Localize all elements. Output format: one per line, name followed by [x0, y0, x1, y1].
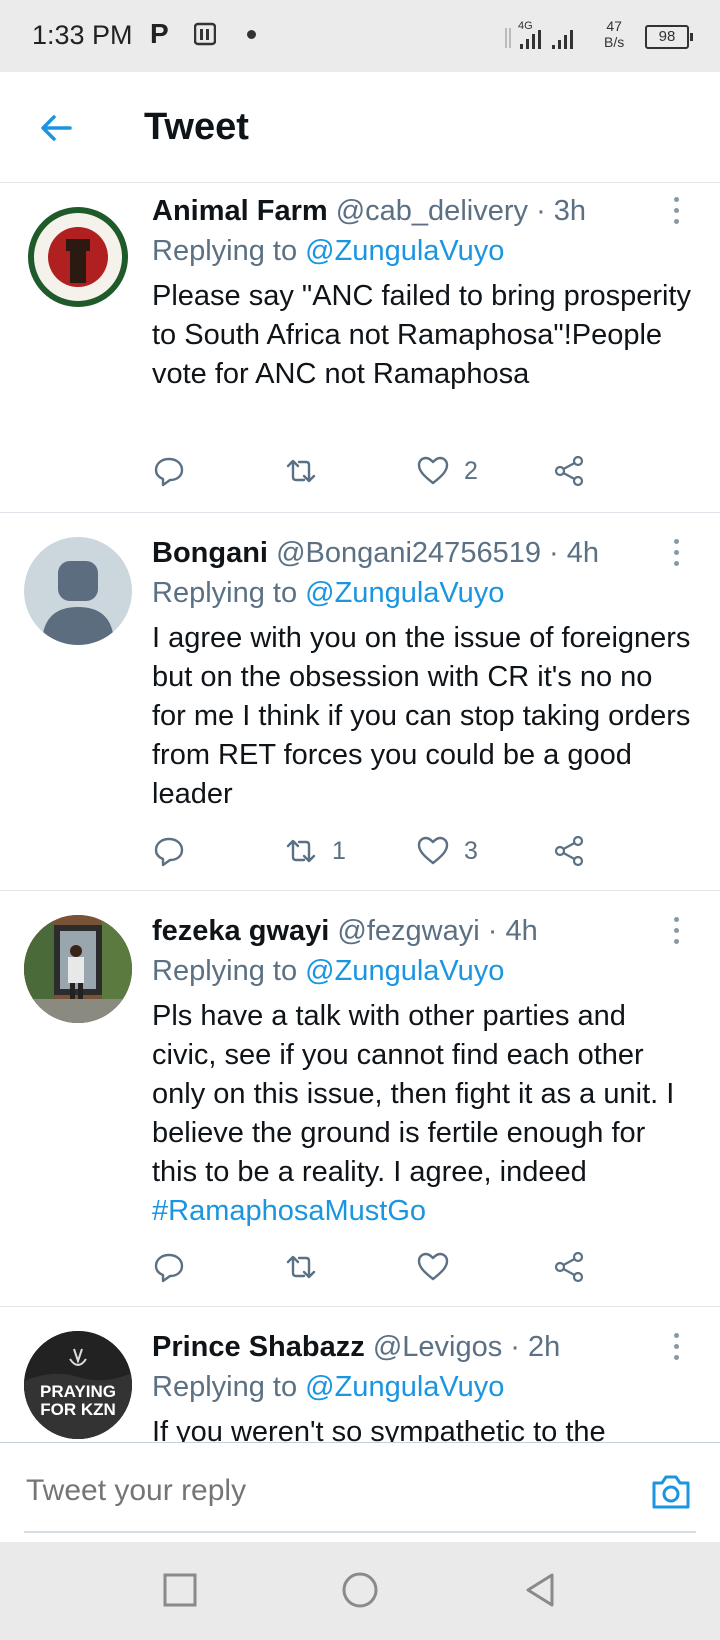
timestamp: 3h: [553, 195, 587, 227]
avatar[interactable]: [24, 537, 132, 645]
tweet-header: Prince Shabazz @Levigos · 2h: [152, 1331, 560, 1364]
parking-icon: P: [150, 18, 169, 49]
mention-link[interactable]: @ZungulaVuyo: [305, 577, 504, 609]
retweet-button[interactable]: [284, 451, 332, 491]
camera-icon[interactable]: [650, 1473, 692, 1511]
more-options-icon[interactable]: [673, 1333, 681, 1363]
heart-icon: [417, 1252, 449, 1281]
reply-button[interactable]: [152, 1247, 200, 1287]
svg-text:PRAYING: PRAYING: [40, 1382, 116, 1401]
more-options-icon[interactable]: [673, 539, 681, 569]
like-button[interactable]: 3: [416, 831, 478, 871]
svg-text:FOR KZN: FOR KZN: [40, 1400, 116, 1419]
avatar[interactable]: [24, 915, 132, 1023]
retweet-icon: [286, 1255, 316, 1279]
separator: ·: [487, 915, 498, 947]
separator: ·: [549, 537, 559, 569]
reply-input[interactable]: [24, 1473, 608, 1509]
page-title: Tweet: [144, 106, 249, 148]
share-button[interactable]: [552, 831, 586, 871]
notification-dot-icon: [247, 30, 256, 39]
reply-button[interactable]: [152, 451, 200, 491]
share-icon: [554, 1251, 584, 1283]
share-icon: [554, 835, 584, 867]
app-notification-icon: [194, 22, 216, 46]
share-button[interactable]: [552, 1247, 586, 1287]
reply-button[interactable]: [152, 831, 200, 871]
tweet-header: Bongani @Bongani24756519 · 4h: [152, 537, 599, 570]
timestamp: 4h: [505, 915, 538, 947]
svg-text:4G: 4G: [518, 20, 533, 32]
retweet-icon: [286, 459, 316, 483]
retweet-icon: [286, 839, 316, 863]
mention-link[interactable]: @ZungulaVuyo: [305, 955, 504, 987]
status-time: 1:33 PM: [32, 20, 133, 50]
mention-link[interactable]: @ZungulaVuyo: [305, 235, 504, 267]
avatar[interactable]: PRAYING FOR KZN: [24, 1331, 132, 1439]
input-underline: [24, 1531, 696, 1533]
reply-composer: [0, 1442, 720, 1543]
retweet-button[interactable]: [284, 1247, 332, 1287]
replying-to: Replying to @ZungulaVuyo: [152, 1371, 505, 1403]
separator: ·: [536, 195, 546, 227]
arrow-left-icon[interactable]: [36, 108, 76, 148]
tweet-header: fezeka gwayi @fezgwayi · 4h: [152, 915, 538, 948]
share-button[interactable]: [552, 451, 586, 491]
tweet-header: Animal Farm @cab_delivery · 3h: [152, 195, 586, 228]
handle[interactable]: @Levigos: [373, 1331, 502, 1363]
timestamp: 2h: [528, 1331, 561, 1363]
tweet-text: Pls have a talk with other parties and c…: [152, 1000, 675, 1227]
tweet-text: Please say "ANC failed to bring prosperi…: [152, 280, 691, 390]
timestamp: 4h: [566, 537, 600, 569]
display-name[interactable]: fezeka gwayi: [152, 915, 329, 947]
battery-icon: 98: [645, 25, 693, 49]
tweet-list-clip: PRAYING FOR KZN Prince Shabazz @Levigos …: [0, 1300, 720, 1442]
display-name[interactable]: Animal Farm: [152, 195, 328, 227]
top-app-bar: Tweet: [0, 72, 720, 183]
recents-square-icon[interactable]: [160, 1570, 200, 1610]
share-icon: [554, 455, 584, 487]
signal-icon: 4G: [505, 20, 573, 49]
more-options-icon[interactable]: [673, 197, 681, 227]
reply-icon: [154, 457, 184, 487]
handle[interactable]: @cab_delivery: [336, 195, 528, 227]
home-circle-icon[interactable]: [340, 1570, 380, 1610]
hashtag-link[interactable]: #RamaphosaMustGo: [152, 1195, 426, 1227]
tweet-text: If you weren't so sympathetic to the: [152, 1416, 606, 1442]
tweet-actions: [152, 1247, 652, 1287]
like-button[interactable]: [416, 1247, 464, 1287]
handle[interactable]: @Bongani24756519: [276, 537, 541, 569]
back-triangle-icon[interactable]: [520, 1570, 560, 1610]
more-options-icon[interactable]: [673, 917, 681, 947]
network-speed: 47 B/s: [604, 18, 625, 50]
heart-icon: [417, 836, 449, 865]
replying-to: Replying to @ZungulaVuyo: [152, 577, 505, 609]
mention-link[interactable]: @ZungulaVuyo: [305, 1371, 504, 1403]
reply-icon: [154, 837, 184, 867]
replying-to: Replying to @ZungulaVuyo: [152, 235, 505, 267]
reply-tweet[interactable]: PRAYING FOR KZN Prince Shabazz @Levigos …: [0, 1307, 720, 1442]
status-bar: 1:33 PM P 4G 47 B/s 98: [0, 0, 720, 72]
reply-tweet[interactable]: Bongani @Bongani24756519 · 4h Replying t…: [0, 513, 720, 891]
separator: ·: [510, 1331, 520, 1363]
like-button[interactable]: 2: [416, 451, 478, 491]
reply-icon: [154, 1253, 184, 1283]
system-nav-bar: [0, 1542, 720, 1640]
tweet-actions: 1 3: [152, 831, 652, 871]
tweet-text: I agree with you on the issue of foreign…: [152, 622, 691, 810]
heart-icon: [417, 456, 449, 485]
reply-tweet[interactable]: fezeka gwayi @fezgwayi · 4h Replying to …: [0, 891, 720, 1307]
reply-tweet[interactable]: Animal Farm @cab_delivery · 3h Replying …: [0, 183, 720, 513]
replying-to: Replying to @ZungulaVuyo: [152, 955, 505, 987]
display-name[interactable]: Prince Shabazz: [152, 1331, 365, 1363]
avatar[interactable]: [24, 203, 132, 311]
handle[interactable]: @fezgwayi: [337, 915, 479, 947]
tweet-actions: 2: [152, 451, 652, 491]
retweet-button[interactable]: 1: [284, 831, 346, 871]
display-name[interactable]: Bongani: [152, 537, 268, 569]
